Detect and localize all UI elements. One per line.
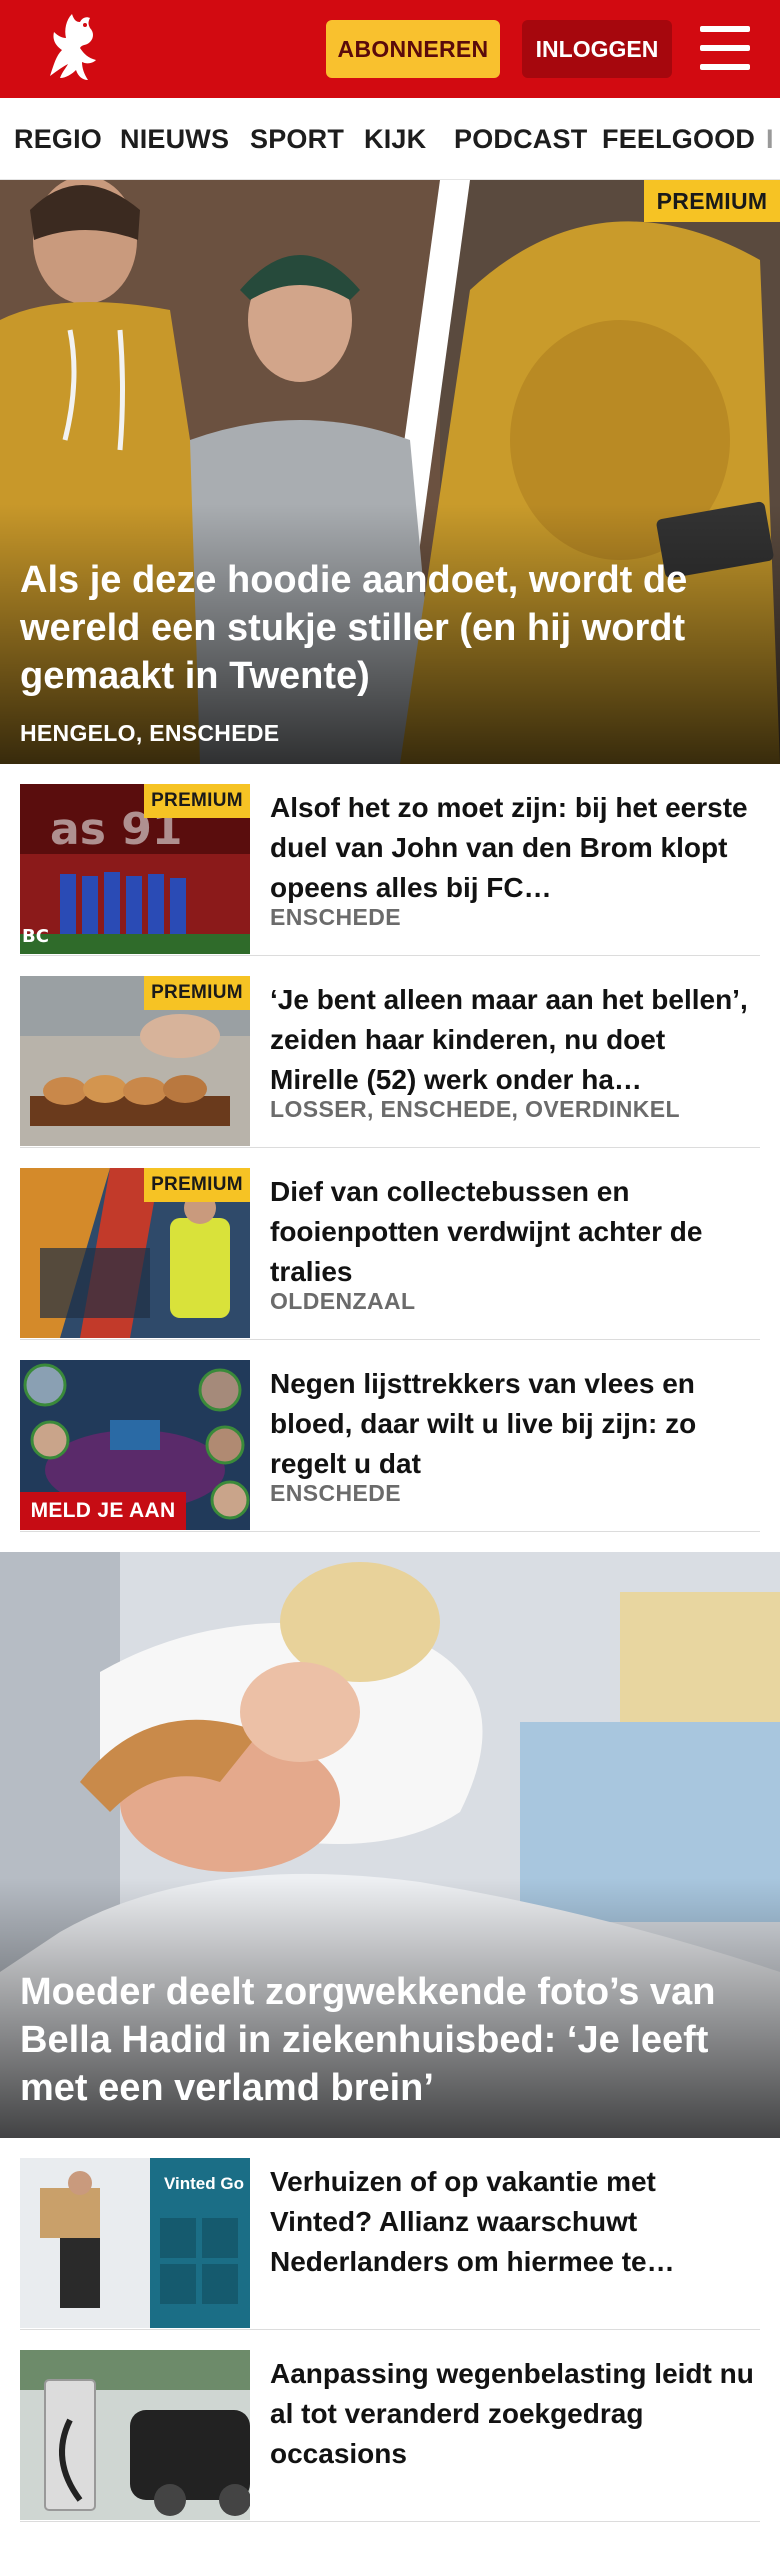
article-location: ENSCHEDE (270, 1480, 402, 1506)
car-charging-photo (20, 2350, 250, 2520)
meld-je-aan-badge: MELD JE AAN (20, 1492, 186, 1530)
article-title[interactable]: Alsof het zo moet zijn: bij het eerste d… (270, 788, 758, 908)
hero-article[interactable]: PREMIUM Als je deze hoodie aandoet, word… (0, 180, 780, 764)
article-thumbnail: PREMIUM (20, 976, 250, 1146)
premium-badge: PREMIUM (144, 784, 250, 818)
vinted-go-sign: Vinted Go (164, 2174, 244, 2193)
article-location: OLDENZAAL (270, 1288, 416, 1314)
list-item[interactable]: PREMIUM Dief van collectebussen en fooie… (20, 1148, 760, 1340)
list-item[interactable]: PREMIUM ‘Je bent alleen maar aan het bel… (20, 956, 760, 1148)
article-thumbnail: PREMIUM (20, 1168, 250, 1338)
article-title[interactable]: Negen lijsttrekkers van vlees en bloed, … (270, 1364, 758, 1484)
list-item[interactable]: MELD JE AAN Negen lijsttrekkers van vlee… (20, 1340, 760, 1532)
article-thumbnail: Vinted Go (20, 2158, 250, 2328)
nav-item-overflow[interactable]: I (766, 124, 774, 155)
login-button[interactable]: INLOGGEN (522, 20, 672, 78)
article-thumbnail: MELD JE AAN (20, 1360, 250, 1530)
hamburger-menu-icon[interactable] (700, 26, 752, 72)
nav-item-feelgood[interactable]: FEELGOOD (602, 124, 755, 155)
hero-location: HENGELO, ENSCHEDE (20, 720, 280, 746)
nav-item-sport[interactable]: SPORT (250, 124, 344, 155)
hero-title[interactable]: Als je deze hoodie aandoet, wordt de wer… (20, 556, 750, 700)
article-location: LOSSER, ENSCHEDE, OVERDINKEL (270, 1096, 680, 1122)
article-thumbnail: as 91 BC PREMIUM (20, 784, 250, 954)
nav-item-kijk[interactable]: KIJK (364, 124, 426, 155)
section-nav: REGIO NIEUWS SPORT KIJK PODCAST FEELGOOD… (0, 98, 780, 180)
article-location: ENSCHEDE (270, 904, 402, 930)
svg-text:BC: BC (22, 926, 49, 947)
nav-item-podcast[interactable]: PODCAST (454, 124, 587, 155)
site-header: ABONNEREN INLOGGEN (0, 0, 780, 98)
list-item[interactable]: as 91 BC PREMIUM Alsof het zo moet zijn:… (20, 764, 760, 956)
article-title[interactable]: ‘Je bent alleen maar aan het bellen’, ze… (270, 980, 758, 1100)
tubantia-horse-logo[interactable] (36, 6, 106, 90)
premium-badge: PREMIUM (144, 1168, 250, 1202)
article-title[interactable]: Verhuizen of op vakantie met Vinted? All… (270, 2162, 758, 2282)
list-item[interactable]: Aanpassing wegenbelasting leidt nu al to… (20, 2330, 760, 2522)
hero-title[interactable]: Moeder deelt zorgwekkende foto’s van Bel… (20, 1968, 750, 2112)
nav-item-nieuws[interactable]: NIEUWS (120, 124, 229, 155)
list-item[interactable]: Vinted Go Verhuizen of op vakantie met V… (20, 2138, 760, 2330)
premium-badge: PREMIUM (644, 180, 780, 222)
hero-article-2[interactable]: Moeder deelt zorgwekkende foto’s van Bel… (0, 1552, 780, 2138)
article-thumbnail (20, 2350, 250, 2520)
nav-item-regio[interactable]: REGIO (14, 124, 102, 155)
article-title[interactable]: Aanpassing wegenbelasting leidt nu al to… (270, 2354, 758, 2474)
subscribe-button[interactable]: ABONNEREN (326, 20, 500, 78)
premium-badge: PREMIUM (144, 976, 250, 1010)
article-title[interactable]: Dief van collectebussen en fooienpotten … (270, 1172, 758, 1292)
